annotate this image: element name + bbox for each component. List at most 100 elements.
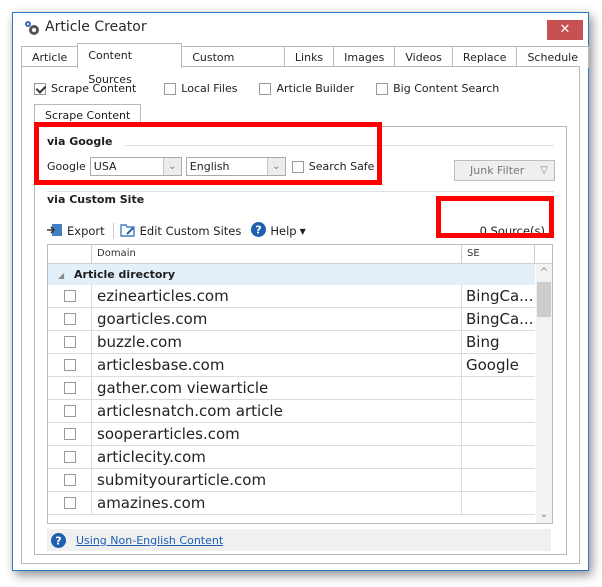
row-checkbox[interactable] (64, 290, 76, 302)
export-icon (47, 223, 63, 240)
tab-schedule[interactable]: Schedule (516, 46, 589, 68)
domain-cell: articlecity.com (92, 446, 462, 468)
toolbar-separator (112, 223, 114, 239)
table-row[interactable]: articlesnatch.com article (48, 400, 535, 423)
caret-down-icon: ▼ (299, 226, 306, 236)
article-builder-checkbox[interactable] (259, 82, 272, 95)
tab-images[interactable]: Images (333, 46, 396, 68)
row-select-cell (48, 377, 92, 399)
export-label: Export (67, 224, 105, 238)
row-checkbox[interactable] (64, 405, 76, 417)
vertical-scrollbar[interactable]: ^ ⌄ (536, 264, 552, 523)
scrape-content-checkbox[interactable] (34, 82, 46, 95)
tab-content-sources[interactable]: Content Sources (77, 43, 183, 86)
row-select-cell (48, 354, 92, 376)
table-row[interactable]: gather.com viewarticle (48, 377, 535, 400)
column-header-se[interactable]: SE (462, 245, 535, 263)
group-row-article-directory[interactable]: ◢ Article directory (48, 264, 535, 285)
se-cell (462, 446, 535, 468)
domain-cell: goarticles.com (92, 308, 462, 330)
row-checkbox[interactable] (64, 313, 76, 325)
article-builder-option[interactable]: Article Builder (259, 82, 354, 95)
scroll-down-icon[interactable]: ⌄ (536, 506, 552, 523)
edit-custom-sites-label: Edit Custom Sites (139, 224, 242, 238)
row-checkbox[interactable] (64, 359, 76, 371)
row-select-cell (48, 446, 92, 468)
row-checkbox[interactable] (64, 336, 76, 348)
scrollbar-thumb[interactable] (537, 282, 551, 317)
domain-cell: articlesnatch.com article (92, 400, 462, 422)
edit-sites-icon (119, 223, 136, 240)
row-checkbox[interactable] (64, 382, 76, 394)
help-icon: ? (251, 222, 267, 240)
se-cell: BingCa... (466, 310, 534, 328)
row-checkbox[interactable] (64, 497, 76, 509)
se-cell: BingCa... (466, 287, 534, 305)
collapse-triangle-icon[interactable]: ◢ (58, 271, 64, 280)
local-files-label: Local Files (181, 82, 238, 95)
non-english-content-link[interactable]: Using Non-English Content (76, 534, 223, 547)
local-files-option[interactable]: Local Files (164, 82, 237, 95)
tab-videos[interactable]: Videos (394, 46, 453, 68)
row-checkbox[interactable] (64, 428, 76, 440)
tab-replace[interactable]: Replace (451, 46, 518, 68)
tab-links[interactable]: Links (283, 46, 335, 68)
scroll-up-icon[interactable]: ^ (536, 264, 552, 281)
row-checkbox[interactable] (64, 474, 76, 486)
row-select-cell (48, 308, 92, 330)
junk-filter-button[interactable]: Junk Filter ▽ (454, 160, 555, 181)
se-cell: Google (466, 356, 519, 374)
se-cell (462, 469, 535, 491)
domain-cell: amazines.com (92, 492, 462, 514)
se-cell (462, 423, 535, 445)
row-select-cell (48, 400, 92, 422)
article-creator-window: Article Creator ✕ Article Content Source… (12, 12, 589, 571)
se-cell (462, 377, 535, 399)
help-icon: ? (51, 532, 66, 548)
row-select-cell (48, 423, 92, 445)
highlight-via-google (34, 122, 382, 185)
title-bar: Article Creator ✕ (13, 13, 588, 43)
column-header-domain[interactable]: Domain (92, 245, 462, 263)
help-label: Help (270, 224, 297, 238)
se-cell: Bing (466, 333, 500, 351)
close-button[interactable]: ✕ (547, 20, 583, 40)
tab-article[interactable]: Article (21, 46, 79, 68)
table-row[interactable]: ezinearticles.com BingCa... (48, 285, 535, 308)
tab-custom-content[interactable]: Custom Content (181, 46, 285, 85)
domain-cell: gather.com viewarticle (92, 377, 462, 399)
domain-cell: buzzle.com (92, 331, 462, 353)
column-header-select[interactable] (48, 245, 92, 263)
article-builder-label: Article Builder (276, 82, 355, 95)
export-button[interactable]: Export (47, 223, 105, 240)
big-content-search-option[interactable]: Big Content Search (376, 82, 499, 95)
row-checkbox[interactable] (64, 451, 76, 463)
table-row[interactable]: amazines.com (48, 492, 535, 515)
row-select-cell (48, 469, 92, 491)
custom-sites-grid: Domain SE ◢ Article directory ezineartic… (47, 244, 553, 524)
se-cell (462, 400, 535, 422)
domain-cell: ezinearticles.com (92, 285, 462, 307)
divider (454, 145, 554, 146)
table-row[interactable]: submityourarticle.com (48, 469, 535, 492)
row-select-cell (48, 331, 92, 353)
highlight-source-count (436, 196, 554, 238)
edit-custom-sites-button[interactable]: Edit Custom Sites (119, 223, 242, 240)
table-row[interactable]: articlesbase.com Google (48, 354, 535, 377)
row-select-cell (48, 492, 92, 514)
big-content-search-checkbox[interactable] (376, 82, 389, 95)
se-cell (462, 492, 535, 514)
table-row[interactable]: goarticles.com BingCa... (48, 308, 535, 331)
table-row[interactable]: buzzle.com Bing (48, 331, 535, 354)
table-row[interactable]: articlecity.com (48, 446, 535, 469)
table-row[interactable]: sooperarticles.com (48, 423, 535, 446)
help-button[interactable]: ? Help ▼ (251, 222, 306, 240)
help-footer: ? Using Non-English Content (47, 529, 551, 551)
grid-rows: ezinearticles.com BingCa... goarticles.com… (48, 285, 535, 515)
svg-text:?: ? (55, 534, 61, 547)
local-files-checkbox[interactable] (164, 82, 177, 95)
divider (47, 191, 554, 192)
svg-text:?: ? (256, 224, 262, 237)
big-content-search-label: Big Content Search (393, 82, 500, 95)
domain-cell: articlesbase.com (92, 354, 462, 376)
